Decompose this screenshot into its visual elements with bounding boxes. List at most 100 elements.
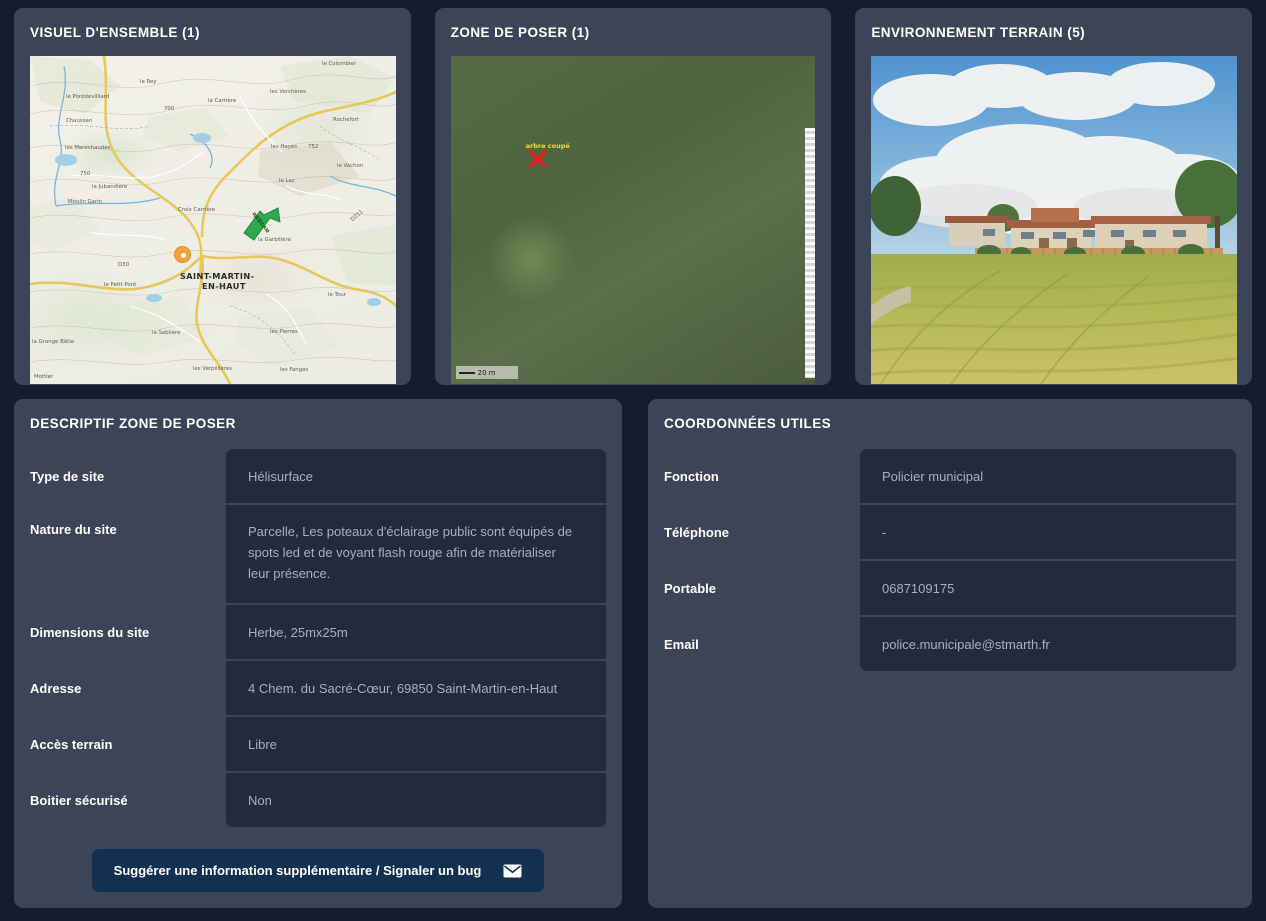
topographic-map-thumbnail[interactable]: le Colombier le Rey la Carrière les Verc… (30, 56, 396, 384)
field-row-adresse: Adresse 4 Chem. du Sacré-Cœur, 69850 Sai… (30, 661, 606, 715)
field-value: Non (226, 773, 606, 827)
topo-place-label: les Hayes (271, 144, 298, 150)
field-value: Policier municipal (860, 449, 1236, 503)
field-value-text: 0687109175 (882, 580, 955, 596)
topo-place-label: le Petit Pont (104, 282, 137, 288)
media-card-zone-de-poser[interactable]: ZONE DE POSER (1) arbre coupé ✕ 20 m (434, 8, 832, 385)
page-root: VISUEL D'ENSEMBLE (1) le Colombier le Re… (0, 0, 1266, 921)
field-value-text: Non (248, 792, 272, 808)
report-suggestion-button[interactable]: Suggérer une information supplémentaire … (91, 849, 545, 892)
field-photo-base (871, 56, 1238, 384)
envelope-icon (503, 864, 522, 878)
descriptif-zone-de-poser-card: DESCRIPTIF ZONE DE POSER Type de site Hé… (14, 399, 622, 908)
topo-town-label-line1: SAINT-MARTIN- (180, 271, 255, 281)
detail-card-row: DESCRIPTIF ZONE DE POSER Type de site Hé… (14, 399, 1252, 908)
field-value: 4 Chem. du Sacré-Cœur, 69850 Saint-Marti… (226, 661, 606, 715)
field-value: police.municipale@stmarth.fr (860, 617, 1236, 671)
topo-town-label-line2: EN-HAUT (202, 281, 246, 291)
field-photo-thumbnail[interactable] (871, 56, 1238, 384)
field-label: Fonction (664, 468, 719, 484)
site-location-marker[interactable] (174, 246, 191, 263)
scale-bar-label: 20 m (477, 368, 496, 377)
field-row-acces-terrain: Accès terrain Libre (30, 717, 606, 771)
topo-place-label: le Vachon (337, 163, 364, 169)
topo-place-label: 752 (308, 144, 319, 150)
topo-place-label: les Verchères (270, 89, 306, 95)
coordonnees-utiles-card: COORDONNÉES UTILES Fonction Policier mun… (648, 399, 1252, 908)
topo-place-label: les Verpillières (193, 366, 233, 372)
topo-place-label: Moulin Garin (68, 199, 103, 205)
field-label: Type de site (30, 468, 105, 484)
aerial-image-scrollbar[interactable] (804, 128, 815, 378)
field-value: - (860, 505, 1236, 559)
topo-place-label: la Carrière (208, 98, 237, 104)
field-value-text: Libre (248, 736, 277, 752)
field-photo-art (871, 56, 1238, 384)
descriptif-field-list: Type de site Hélisurface Nature du site … (30, 449, 606, 827)
field-label: Email (664, 636, 699, 652)
media-card-title: ZONE DE POSER (1) (450, 25, 590, 40)
aerial-photo-thumbnail[interactable]: arbre coupé ✕ 20 m (450, 56, 815, 384)
topo-place-label: Chaussan (66, 118, 93, 124)
topo-place-label: la Sablière (152, 330, 181, 336)
field-value-text: Herbe, 25mx25m (248, 624, 348, 640)
field-value: Hélisurface (226, 449, 606, 503)
topo-road-network (30, 56, 396, 384)
field-row-nature-du-site: Nature du site Parcelle, Les poteaux d'é… (30, 505, 606, 603)
media-card-title: ENVIRONNEMENT TERRAIN (5) (871, 25, 1086, 40)
topo-place-label: 700 (164, 106, 175, 112)
topo-place-label: Croix Carrière (178, 207, 216, 213)
field-label: Dimensions du site (30, 624, 150, 640)
field-row-email: Email police.municipale@stmarth.fr (664, 617, 1236, 671)
topo-place-label: le Rey (140, 79, 157, 85)
aerial-base-layer (450, 56, 815, 384)
field-label: Portable (664, 580, 717, 596)
media-card-title: VISUEL D'ENSEMBLE (1) (30, 25, 200, 40)
topo-place-label: la Grange Bâtie (32, 339, 75, 345)
topo-place-label: le Pontdevilliard (66, 94, 110, 100)
topo-place-label: le Colombier (322, 61, 357, 67)
topo-place-label: 750 (80, 171, 91, 177)
media-card-visuel-ensemble[interactable]: VISUEL D'ENSEMBLE (1) le Colombier le Re… (14, 8, 411, 385)
field-value-text: Policier municipal (882, 468, 984, 484)
media-card-row: VISUEL D'ENSEMBLE (1) le Colombier le Re… (14, 8, 1253, 385)
field-label: Téléphone (664, 524, 730, 540)
field-row-fonction: Fonction Policier municipal (664, 449, 1236, 503)
scale-bar-line (458, 371, 475, 374)
topo-place-label: le Lac (279, 178, 295, 184)
topo-place-label: les Fanges (280, 367, 309, 373)
field-value-text: police.municipale@stmarth.fr (882, 636, 1050, 652)
media-card-environnement-terrain[interactable]: ENVIRONNEMENT TERRAIN (5) (855, 8, 1253, 385)
field-value: 0687109175 (860, 561, 1236, 615)
topo-place-label: le Tour (328, 292, 346, 298)
descriptif-card-title: DESCRIPTIF ZONE DE POSER (30, 416, 236, 431)
topo-place-label: la Jubandière (92, 184, 128, 190)
topo-place-label: les Maréchaudes (65, 145, 111, 151)
obstacle-cross-marker: ✕ (525, 144, 551, 177)
field-row-boitier-securise: Boitier sécurisé Non (30, 773, 606, 827)
topo-place-label: D30 (118, 262, 130, 268)
field-label: Boitier sécurisé (30, 792, 128, 808)
field-value-text: Hélisurface (248, 468, 314, 484)
field-value-text: - (882, 524, 887, 540)
descriptif-card-footer: Suggérer une information supplémentaire … (30, 827, 606, 892)
topo-place-label: Mottier (34, 374, 54, 380)
topo-place-label: les Pierres (270, 329, 298, 335)
webcam-arrow-marker[interactable]: WEBCAM (240, 206, 282, 248)
field-row-telephone: Téléphone - (664, 505, 1236, 559)
field-value: Herbe, 25mx25m (226, 605, 606, 659)
field-row-portable: Portable 0687109175 (664, 561, 1236, 615)
field-label: Adresse (30, 680, 82, 696)
field-value-text: Parcelle, Les poteaux d'éclairage public… (248, 524, 573, 581)
map-scale-bar: 20 m (455, 366, 518, 379)
field-label: Nature du site (30, 522, 117, 537)
coordonnees-card-title: COORDONNÉES UTILES (664, 416, 832, 431)
field-value-text: 4 Chem. du Sacré-Cœur, 69850 Saint-Marti… (248, 680, 558, 696)
topo-place-label: Rochefort (333, 117, 360, 123)
report-button-label: Suggérer une information supplémentaire … (113, 863, 482, 878)
field-value: Libre (226, 717, 606, 771)
field-label: Accès terrain (30, 736, 113, 752)
field-row-dimensions-du-site: Dimensions du site Herbe, 25mx25m (30, 605, 606, 659)
field-value: Parcelle, Les poteaux d'éclairage public… (226, 505, 606, 603)
field-row-type-de-site: Type de site Hélisurface (30, 449, 606, 503)
